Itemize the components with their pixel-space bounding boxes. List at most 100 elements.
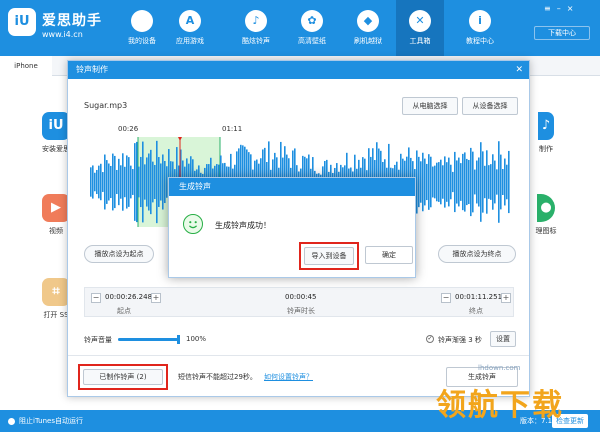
waveform-bar (424, 158, 426, 206)
brand-name: 爱思助手 (42, 13, 102, 29)
start-time-mark: 00:26 (118, 125, 139, 133)
itunes-block-toggle[interactable]: 阻止iTunes自动运行 (8, 416, 83, 426)
waveform-bar (164, 160, 166, 204)
nav-toolbox[interactable]: ✕ 工具箱 (396, 0, 444, 56)
end-time-value: 00:01:11.251 (455, 293, 503, 301)
start-minus-button[interactable]: − (91, 293, 101, 303)
time-bar: − 00:00:26.248 + 起点 00:00:45 铃声时长 − 00:0… (84, 287, 514, 317)
waveform-bar (92, 165, 94, 199)
download-center-button[interactable]: 下载中心 (534, 26, 590, 40)
install-app-icon: iU (42, 112, 70, 140)
waveform-bar (496, 169, 498, 195)
waveform-bar (154, 164, 156, 200)
waveform-bar (482, 151, 484, 213)
close-icon[interactable]: × (567, 4, 580, 13)
tool-ringtone[interactable]: ♪ 制作 (526, 112, 566, 154)
waveform-bar (418, 156, 420, 208)
nav-label: 刷机越狱 (354, 37, 382, 45)
volume-fill (118, 338, 178, 341)
volume-slider[interactable] (118, 335, 180, 344)
fade-in-checkbox[interactable]: ✓ (426, 335, 434, 343)
waveform-bar (504, 158, 506, 206)
end-label: 终点 (469, 307, 483, 315)
brand-url: www.i4.cn (42, 30, 83, 39)
apple-icon (131, 10, 153, 32)
volume-knob[interactable] (176, 335, 180, 344)
waveform-bar (126, 155, 128, 209)
waveform-bar (90, 167, 92, 197)
minimize-icon[interactable]: – (557, 4, 567, 13)
waveform-bar (470, 147, 472, 217)
waveform-bar (468, 159, 470, 205)
tool-label: 理图标 (535, 227, 557, 235)
itunes-block-label: 阻止iTunes自动运行 (19, 417, 83, 425)
start-plus-button[interactable]: + (151, 293, 161, 303)
waveform-bar (114, 155, 116, 209)
waveform-bar (156, 140, 158, 224)
made-ringtones-button[interactable]: 已制作铃声 (2) (83, 369, 163, 385)
waveform-bar (430, 156, 432, 208)
import-to-device-button[interactable]: 导入到设备 (304, 247, 354, 265)
duration-label: 铃声时长 (287, 307, 315, 315)
waveform-bar (498, 141, 500, 223)
waveform-bar (456, 160, 458, 204)
confirm-button[interactable]: 确定 (365, 246, 413, 264)
waveform-bar (474, 169, 476, 195)
start-time-value: 00:00:26.248 (105, 293, 153, 301)
window-controls[interactable]: ≡–× (544, 4, 579, 13)
choose-from-device-button[interactable]: 从设备选择 (462, 97, 518, 115)
smile-icon (183, 214, 203, 234)
waveform-bar (112, 153, 114, 211)
waveform-bar (464, 152, 466, 212)
waveform-bar (440, 159, 442, 205)
waveform-bar (480, 142, 482, 222)
nav-tutorials[interactable]: i 教程中心 (456, 0, 504, 56)
dialog-title: 铃声制作 (76, 65, 108, 74)
waveform-bar (478, 157, 480, 207)
waveform-bar (146, 157, 148, 207)
end-time-mark: 01:11 (222, 125, 243, 133)
waveform-bar (434, 165, 436, 199)
top-bar: iU 爱思助手 www.i4.cn 我的设备 A 应用游戏 ♪ 酷炫铃声 ✿ 高清壁纸… (0, 0, 600, 56)
end-minus-button[interactable]: − (441, 293, 451, 303)
waveform-bar (98, 165, 100, 199)
tab-iphone[interactable]: iPhone (0, 56, 52, 76)
waveform-bar (472, 151, 474, 213)
dropbox-icon: ◆ (357, 10, 379, 32)
waveform-bar (94, 172, 96, 192)
set-end-button[interactable]: 播放点设为终点 (438, 245, 516, 263)
set-start-button[interactable]: 播放点设为起点 (84, 245, 154, 263)
settings-button[interactable]: 设置 (490, 331, 516, 347)
waveform-bar (452, 171, 454, 193)
waveform-bar (488, 165, 490, 199)
how-to-set-link[interactable]: 如何设置铃声？ (264, 372, 313, 382)
nav-apps[interactable]: A 应用游戏 (166, 0, 214, 56)
waveform-bar (420, 161, 422, 203)
success-message: 生成铃声成功！ (215, 221, 271, 230)
waveform-bar (450, 164, 452, 200)
nav-label: 高清壁纸 (298, 37, 326, 45)
watermark-url: lhdown.com (478, 364, 521, 372)
nav-ringtones[interactable]: ♪ 酷炫铃声 (232, 0, 280, 56)
nav-my-device[interactable]: 我的设备 (118, 0, 166, 56)
organize-icons-icon: ● (537, 194, 555, 222)
waveform-bar (492, 154, 494, 210)
tool-label: 打开 SS (43, 311, 69, 319)
close-icon[interactable]: ✕ (515, 61, 523, 79)
menu-icon[interactable]: ≡ (544, 4, 557, 13)
waveform-bar (140, 156, 142, 208)
waveform-bar (502, 169, 504, 195)
choose-from-pc-button[interactable]: 从电脑选择 (402, 97, 458, 115)
tools-icon: ✕ (409, 10, 431, 32)
made-ringtones-highlight: 已制作铃声 (2) (78, 364, 168, 390)
end-plus-button[interactable]: + (501, 293, 511, 303)
nav-flash-jailbreak[interactable]: ◆ 刷机越狱 (344, 0, 392, 56)
nav-wallpapers[interactable]: ✿ 高清壁纸 (288, 0, 336, 56)
tool-icons[interactable]: ● 理图标 (526, 194, 566, 236)
bell-icon: ♪ (245, 10, 267, 32)
success-dialog: 生成铃声 生成铃声成功！ 导入到设备 确定 (168, 177, 416, 278)
tool-label: 视频 (49, 227, 63, 235)
success-dialog-title: 生成铃声 (169, 178, 415, 196)
file-name: Sugar.mp3 (84, 101, 128, 110)
nav-label: 应用游戏 (176, 37, 204, 45)
